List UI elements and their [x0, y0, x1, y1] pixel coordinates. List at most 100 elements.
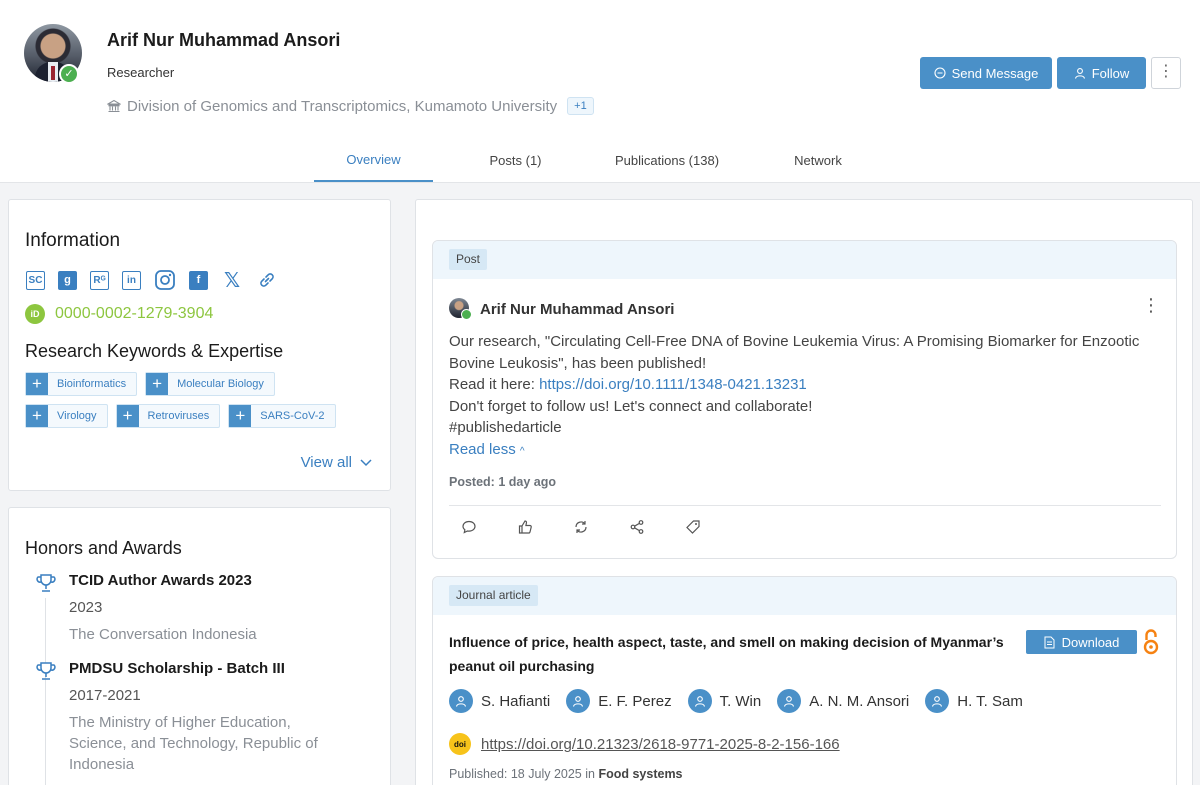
profile-role: Researcher [107, 65, 175, 80]
post-divider [449, 505, 1161, 506]
keyword-chip[interactable]: + Retroviruses [115, 404, 221, 428]
user-icon [687, 689, 712, 713]
keywords-list: + Bioinformatics + Molecular Biology + Viro… [25, 372, 365, 428]
download-button[interactable]: Download [1026, 630, 1137, 654]
trophy-icon [36, 574, 56, 592]
doi-link[interactable]: https://doi.org/10.21323/2618-9771-2025-… [481, 736, 840, 753]
honor-organization: The Conversation Indonesia [69, 626, 257, 643]
share-icon[interactable] [629, 519, 645, 535]
researchgate-icon[interactable]: Rᴳ [90, 270, 109, 290]
link-icon[interactable] [256, 269, 278, 291]
author-item[interactable]: S. Hafianti [449, 689, 550, 713]
honor-year: 2023 [69, 599, 103, 616]
google-scholar-icon[interactable]: g [58, 270, 77, 290]
post-author-name[interactable]: Arif Nur Muhammad Ansori [480, 301, 674, 318]
file-icon [1044, 636, 1055, 648]
linkedin-icon[interactable]: in [122, 270, 141, 290]
user-icon [1074, 68, 1085, 79]
keyword-chip[interactable]: + Virology [25, 404, 108, 428]
author-item[interactable]: A. N. M. Ansori [777, 689, 909, 713]
user-icon [777, 689, 802, 713]
orcid-row: iD 0000-0002-1279-3904 [25, 304, 213, 324]
plus-icon: + [26, 405, 48, 427]
honor-title: TCID Author Awards 2023 [69, 572, 252, 589]
honor-title: PMDSU Scholarship - Batch III [69, 660, 285, 677]
sciprofiles-icon[interactable]: SC [26, 270, 45, 290]
author-item[interactable]: E. F. Perez [566, 689, 672, 713]
x-icon[interactable]: 𝕏 [221, 269, 243, 292]
profile-name: Arif Nur Muhammad Ansori [107, 30, 341, 50]
orcid-icon: iD [25, 304, 45, 324]
information-card: Information SC g Rᴳ in f 𝕏 iD 0000-0002-… [8, 199, 391, 491]
profile-affiliation: Division of Genomics and Transcriptomics… [107, 97, 594, 115]
view-all-link[interactable]: View all [301, 454, 372, 471]
keyword-chip[interactable]: + Molecular Biology [145, 372, 275, 396]
article-type-tag: Journal article [449, 585, 538, 606]
tag-icon[interactable] [685, 519, 701, 535]
plus-icon: + [146, 373, 169, 395]
user-icon [449, 689, 473, 713]
article-title[interactable]: Influence of price, health aspect, taste… [449, 630, 1019, 678]
profile-tabs: Overview Posts (1) Publications (138) Ne… [314, 138, 900, 183]
more-options-button[interactable]: ⋮ [1151, 57, 1181, 89]
user-icon [566, 689, 591, 713]
affiliation-text[interactable]: Division of Genomics and Transcriptomics… [127, 98, 557, 115]
post-text-line: Our research, "Circulating Cell-Free DNA… [449, 333, 1140, 372]
honor-organization: The Ministry of Higher Education, Scienc… [69, 714, 318, 773]
overview-feed: Post Arif Nur Muhammad Ansori ⋮ Our rese… [415, 199, 1193, 785]
tab-network[interactable]: Network [736, 138, 900, 182]
post-doi-link[interactable]: https://doi.org/10.1111/1348-0421.13231 [539, 376, 807, 393]
facebook-icon[interactable]: f [189, 270, 208, 290]
honors-title: Honors and Awards [25, 538, 182, 558]
send-message-label: Send Message [951, 65, 1039, 81]
orcid-link[interactable]: 0000-0002-1279-3904 [55, 305, 213, 323]
honors-card: Honors and Awards TCID Author Awards 202… [8, 507, 391, 785]
article-card: Journal article Influence of price, heal… [432, 576, 1177, 785]
chevron-down-icon [360, 458, 372, 466]
plus-icon: + [229, 405, 252, 427]
post-menu-icon[interactable]: ⋮ [1142, 295, 1160, 316]
trophy-icon [36, 662, 56, 680]
affiliation-more-badge[interactable]: +1 [567, 97, 594, 115]
timeline-line [45, 598, 46, 785]
verified-check-icon: ✓ [59, 64, 79, 84]
profile-header: ✓ Arif Nur Muhammad Ansori Researcher Di… [0, 0, 1200, 183]
post-text-line: Read it here: https://doi.org/10.1111/13… [449, 376, 807, 393]
post-card-header: Post [433, 241, 1176, 279]
tab-overview[interactable]: Overview [314, 138, 433, 182]
post-actions [461, 519, 701, 535]
journal-name[interactable]: Food systems [598, 767, 682, 781]
honor-year: 2017-2021 [69, 687, 141, 704]
open-access-icon [1143, 629, 1159, 655]
like-icon[interactable] [517, 519, 533, 535]
author-item[interactable]: H. T. Sam [925, 689, 1023, 713]
tab-posts[interactable]: Posts (1) [433, 138, 598, 182]
follow-label: Follow [1091, 65, 1130, 81]
comment-icon[interactable] [461, 519, 477, 535]
chat-icon [934, 67, 946, 79]
author-item[interactable]: T. Win [687, 689, 761, 713]
keyword-chip[interactable]: + SARS-CoV-2 [228, 404, 336, 428]
doi-icon: doi [449, 733, 471, 755]
plus-icon: + [116, 405, 139, 427]
article-card-header: Journal article [433, 577, 1176, 615]
information-title: Information [25, 230, 121, 251]
post-author-avatar[interactable] [449, 298, 472, 320]
plus-icon: + [26, 373, 48, 395]
article-published: Published: 18 July 2025 in Food systems [449, 767, 683, 781]
post-hashtag[interactable]: #publishedarticle [449, 417, 1149, 439]
post-body: Our research, "Circulating Cell-Free DNA… [449, 331, 1149, 439]
user-icon [925, 689, 950, 713]
repost-icon[interactable] [573, 519, 589, 535]
follow-button[interactable]: Follow [1057, 57, 1146, 89]
chevron-up-icon: ^ [519, 446, 525, 457]
instagram-icon[interactable] [154, 269, 176, 291]
article-doi: doi https://doi.org/10.21323/2618-9771-2… [449, 733, 840, 755]
read-less-link[interactable]: Read less ^ [449, 441, 525, 458]
tab-publications[interactable]: Publications (138) [598, 138, 736, 182]
send-message-button[interactable]: Send Message [920, 57, 1052, 89]
keywords-title: Research Keywords & Expertise [25, 341, 284, 361]
keyword-chip[interactable]: + Bioinformatics [25, 372, 138, 396]
institution-icon [107, 99, 121, 113]
social-links: SC g Rᴳ in f 𝕏 [26, 269, 278, 292]
